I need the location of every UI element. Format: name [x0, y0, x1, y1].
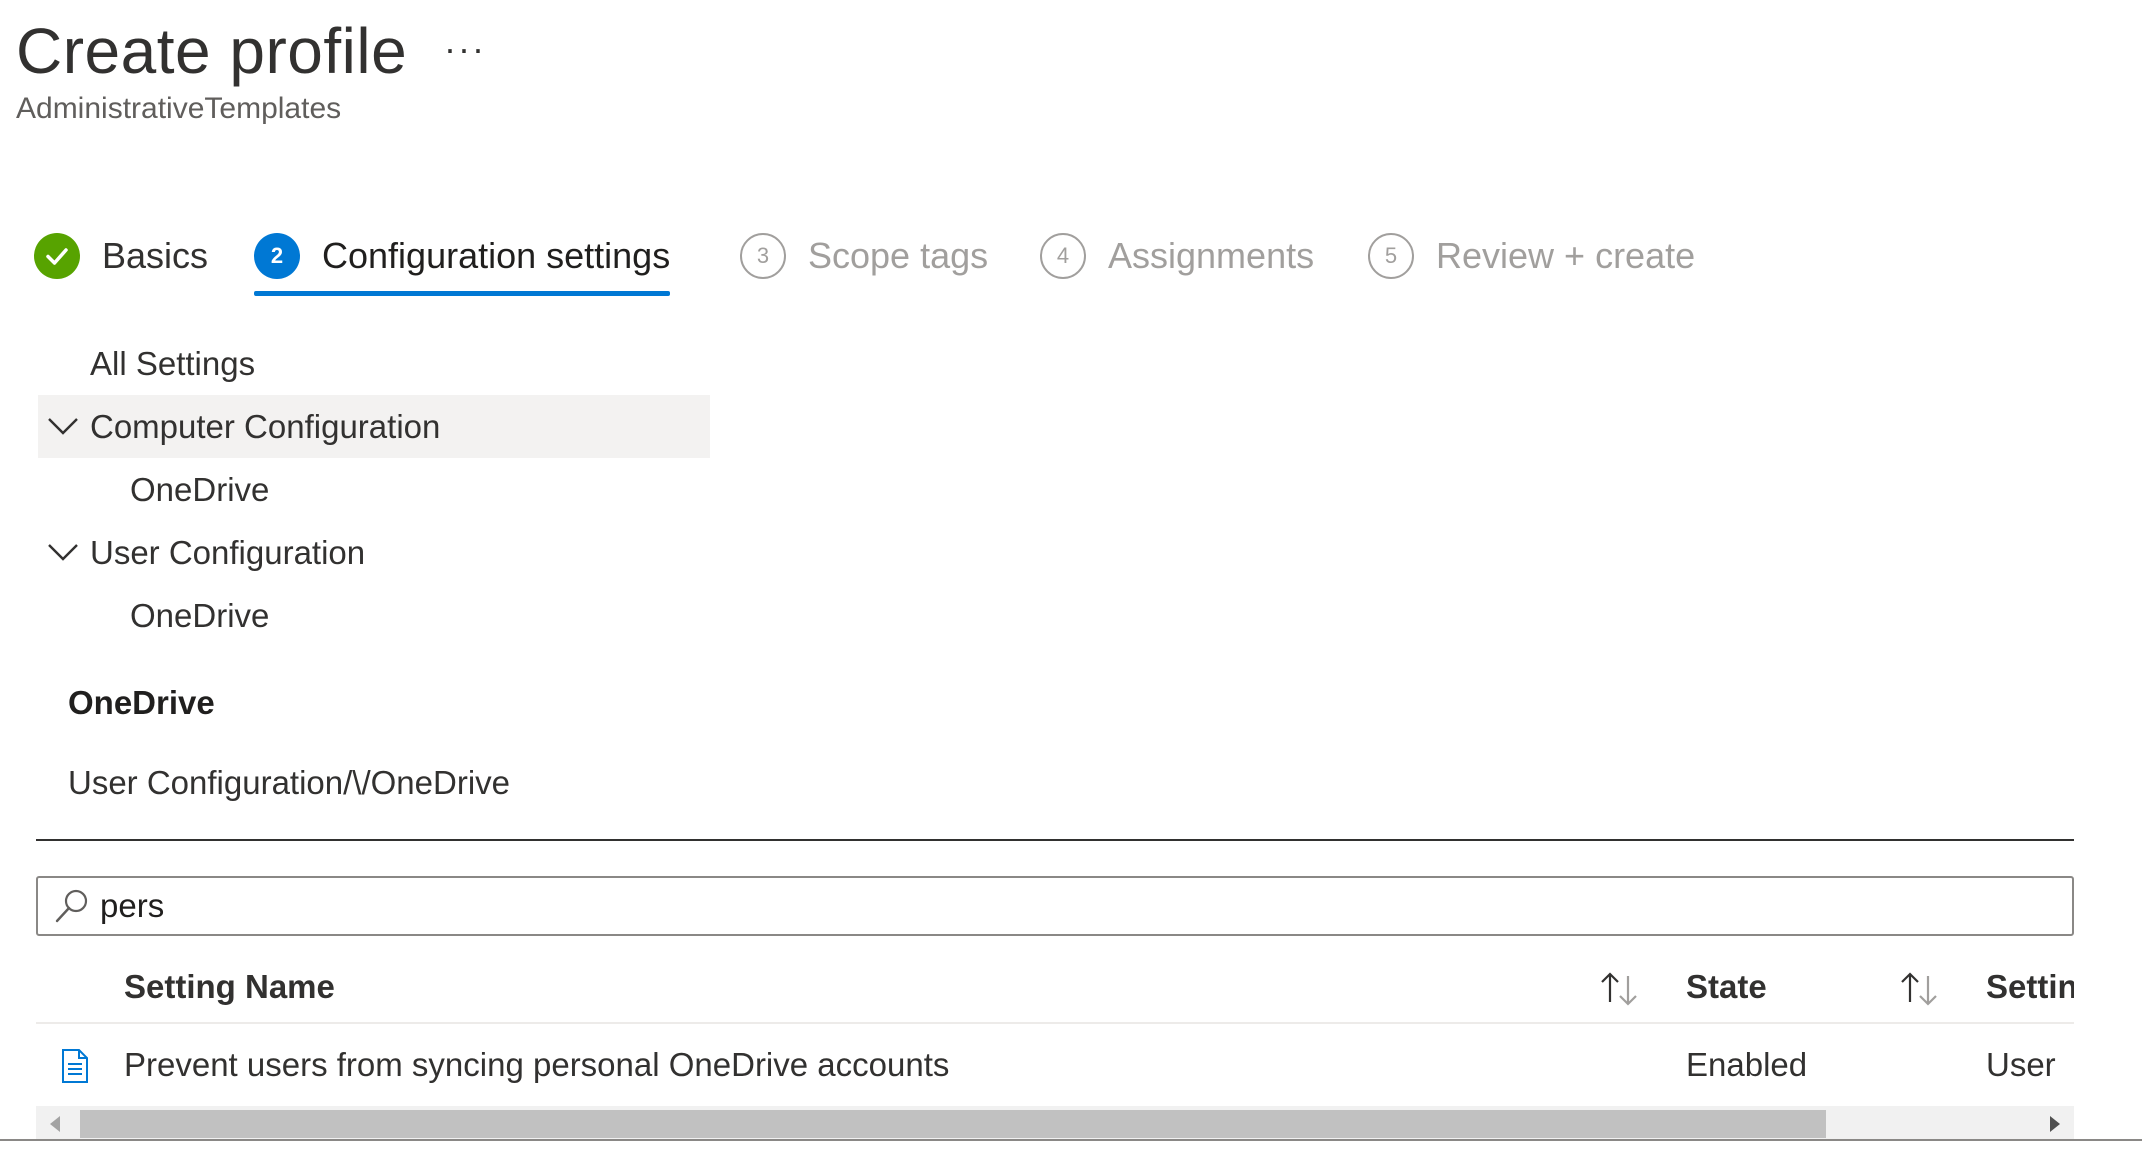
checkmark-icon: [34, 233, 80, 279]
step-label: Configuration settings: [322, 235, 671, 276]
horizontal-scrollbar[interactable]: [36, 1106, 2074, 1140]
tree-item-computer-configuration[interactable]: Computer Configuration: [38, 395, 710, 458]
settings-tree: All Settings Computer Configuration OneD…: [38, 332, 710, 647]
step-number: 5: [1368, 233, 1414, 279]
step-label: Scope tags: [808, 235, 989, 276]
tree-item-all-settings[interactable]: All Settings: [38, 332, 710, 395]
step-label: Assignments: [1108, 235, 1315, 276]
more-options-button[interactable]: ···: [444, 28, 486, 70]
tree-item-label: Computer Configuration: [90, 407, 441, 445]
scroll-left-icon[interactable]: [50, 1116, 60, 1132]
search-icon: [55, 889, 88, 923]
step-assignments[interactable]: 4 Assignments: [1040, 220, 1314, 292]
search-box[interactable]: [36, 876, 2074, 936]
step-scope-tags[interactable]: 3 Scope tags: [740, 220, 988, 292]
step-review-create[interactable]: 5 Review + create: [1368, 220, 1695, 292]
setting-type-cell: User: [1986, 1046, 2056, 1083]
sort-icon[interactable]: [1898, 968, 1942, 1008]
column-header-setting-type[interactable]: Settin: [1986, 950, 2074, 1024]
document-icon: [62, 1049, 88, 1083]
tree-item-user-configuration[interactable]: User Configuration: [38, 521, 710, 584]
scrollbar-thumb[interactable]: [80, 1110, 1826, 1138]
state-cell: Enabled: [1686, 1046, 1808, 1083]
tree-item-label: OneDrive: [130, 470, 270, 508]
chevron-down-icon[interactable]: [46, 409, 80, 443]
divider: [36, 839, 2074, 841]
step-label: Review + create: [1436, 235, 1696, 276]
column-header-setting-name[interactable]: Setting Name: [124, 950, 335, 1024]
column-header-state[interactable]: State: [1686, 950, 1767, 1024]
tree-item-computer-onedrive[interactable]: OneDrive: [38, 458, 710, 521]
search-input[interactable]: [100, 878, 2072, 934]
step-basics[interactable]: Basics: [34, 220, 208, 292]
create-profile-page: Create profile ··· AdministrativeTemplat…: [0, 0, 2142, 1170]
tree-item-label: All Settings: [90, 344, 256, 382]
table-header: Setting Name State Settin: [36, 950, 2074, 1024]
sort-icon[interactable]: [1598, 968, 1642, 1008]
step-number: 2: [254, 233, 300, 279]
page-title: Create profile: [16, 15, 408, 87]
page-subtitle: AdministrativeTemplates: [16, 92, 342, 125]
divider: [0, 1139, 2142, 1141]
table-row[interactable]: Prevent users from syncing personal OneD…: [36, 1026, 2074, 1104]
scroll-right-icon[interactable]: [2050, 1116, 2060, 1132]
settings-table: Setting Name State Settin Prevent users …: [36, 950, 2074, 1104]
chevron-down-icon[interactable]: [46, 535, 80, 569]
step-number: 3: [740, 233, 786, 279]
step-label: Basics: [102, 235, 209, 276]
step-configuration-settings[interactable]: 2 Configuration settings: [254, 220, 671, 296]
section-path: User Configuration/\/OneDrive: [68, 764, 511, 801]
section-title: OneDrive: [68, 684, 215, 721]
step-number: 4: [1040, 233, 1086, 279]
setting-name-cell[interactable]: Prevent users from syncing personal OneD…: [124, 1026, 949, 1104]
tree-item-label: OneDrive: [130, 596, 270, 634]
tree-item-user-onedrive[interactable]: OneDrive: [38, 584, 710, 647]
tree-item-label: User Configuration: [90, 533, 366, 571]
